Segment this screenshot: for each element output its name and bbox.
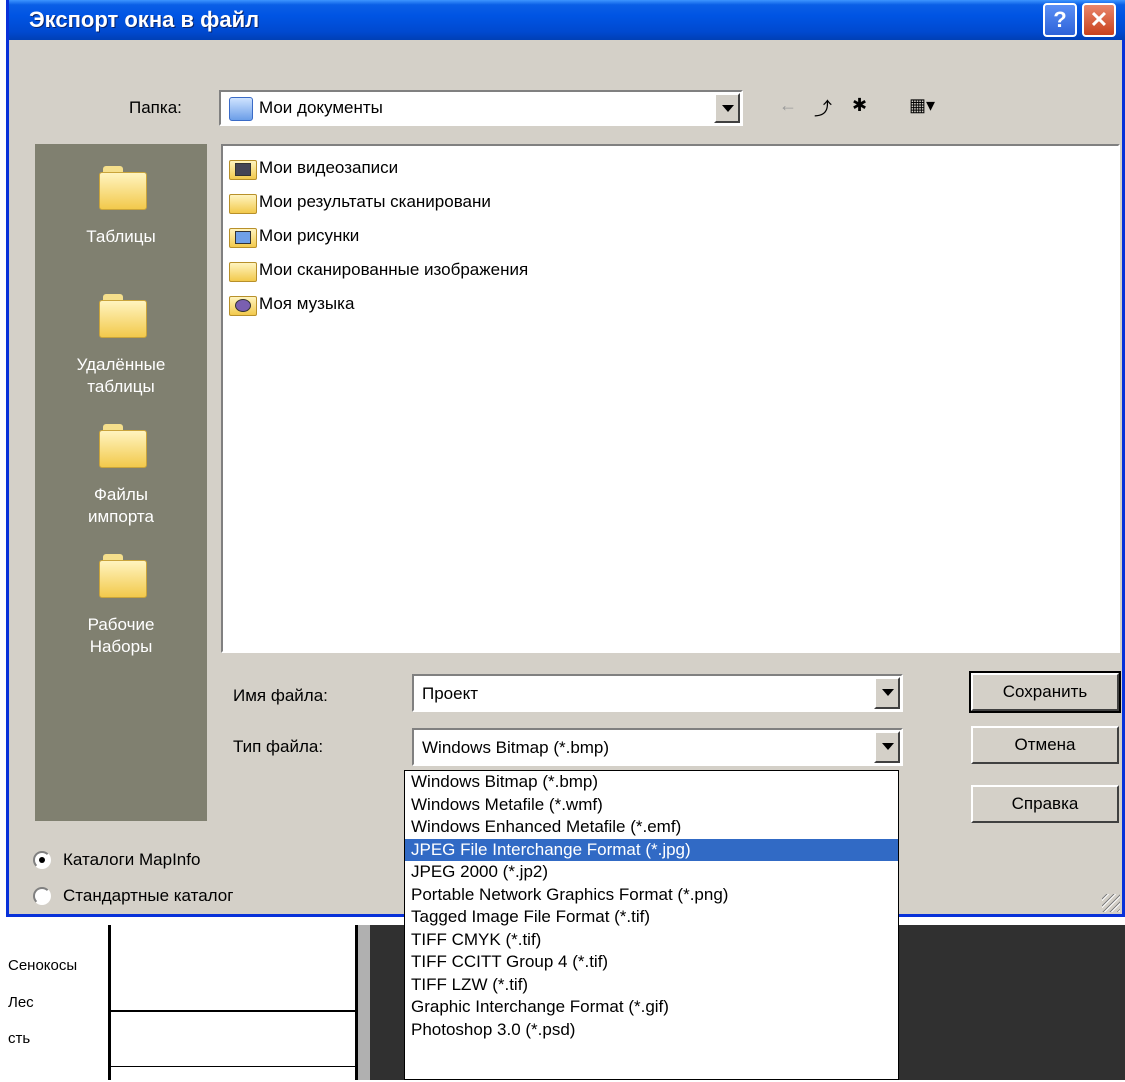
file-name: Мои видеозаписи <box>259 158 399 177</box>
dropdown-option[interactable]: JPEG 2000 (*.jp2) <box>405 861 898 884</box>
pictures-folder-icon <box>227 225 257 248</box>
cancel-button[interactable]: Отмена <box>971 726 1119 764</box>
background-stamp-row <box>110 1066 356 1081</box>
dropdown-option[interactable]: Windows Metafile (*.wmf) <box>405 794 898 817</box>
file-name: Мои сканированные изображения <box>259 260 529 279</box>
background-label: Сенокосы <box>8 957 78 974</box>
dropdown-option[interactable]: Photoshop 3.0 (*.psd) <box>405 1019 898 1042</box>
radio-standard-catalogs[interactable] <box>33 887 51 905</box>
sidebar-item-tables[interactable]: Таблицы <box>35 226 207 248</box>
list-item[interactable]: Мои результаты сканировани <box>227 188 491 216</box>
folder-icon <box>97 166 147 210</box>
radio-mapinfo-catalogs[interactable] <box>33 851 51 869</box>
dropdown-option[interactable]: TIFF CCITT Group 4 (*.tif) <box>405 951 898 974</box>
sidebar-item-remote-tables[interactable]: Удалённые таблицы <box>35 354 207 398</box>
dropdown-option[interactable]: Tagged Image File Format (*.tif) <box>405 906 898 929</box>
resize-grip[interactable] <box>1102 894 1120 912</box>
list-item[interactable]: Мои видеозаписи <box>227 154 398 182</box>
dropdown-option[interactable]: TIFF CMYK (*.tif) <box>405 929 898 952</box>
filename-label: Имя файла: <box>233 686 328 705</box>
dropdown-option[interactable]: Portable Network Graphics Format (*.png) <box>405 884 898 907</box>
view-menu-icon[interactable]: ▦▾ <box>909 95 935 116</box>
filetype-select[interactable]: Windows Bitmap (*.bmp) <box>412 728 903 766</box>
up-folder-icon[interactable]: ⤴ <box>814 95 832 121</box>
radio-standard-label[interactable]: Стандартные каталог <box>63 886 233 906</box>
filetype-dropdown-list[interactable]: Windows Bitmap (*.bmp) Windows Metafile … <box>404 770 899 1080</box>
close-button[interactable]: ✕ <box>1082 3 1116 37</box>
list-item[interactable]: Мои рисунки <box>227 222 359 250</box>
dialog-title: Экспорт окна в файл <box>29 7 260 32</box>
folder-icon <box>227 191 257 214</box>
filetype-value: Windows Bitmap (*.bmp) <box>422 738 610 757</box>
help-title-button[interactable]: ? <box>1043 3 1077 37</box>
radio-mapinfo-label[interactable]: Каталоги MapInfo <box>63 850 200 870</box>
dropdown-option-selected[interactable]: JPEG File Interchange Format (*.jpg) <box>405 838 898 861</box>
list-item[interactable]: Моя музыка <box>227 290 354 318</box>
chevron-down-icon[interactable] <box>714 93 740 123</box>
file-name: Мои рисунки <box>259 226 360 245</box>
back-arrow-icon[interactable]: ← <box>779 95 797 116</box>
chevron-down-icon[interactable] <box>874 677 900 709</box>
folder-select-value: Мои документы <box>259 98 383 117</box>
save-button[interactable]: Сохранить <box>969 671 1121 713</box>
dropdown-option[interactable]: TIFF LZW (*.tif) <box>405 974 898 997</box>
documents-folder-icon <box>229 97 253 121</box>
chevron-down-icon[interactable] <box>874 731 900 763</box>
folder-icon <box>97 294 147 338</box>
new-folder-icon[interactable]: ✱ <box>852 95 867 116</box>
places-sidebar: Таблицы Удалённые таблицы Файлы импорта … <box>35 144 207 821</box>
title-bar[interactable]: Экспорт окна в файл ? ✕ <box>9 0 1125 40</box>
file-name: Мои результаты сканировани <box>259 192 491 211</box>
video-folder-icon <box>227 157 257 180</box>
folder-icon <box>227 259 257 282</box>
background-label: сть <box>8 1030 31 1047</box>
list-item[interactable]: Мои сканированные изображения <box>227 256 528 284</box>
dropdown-option[interactable]: Windows Bitmap (*.bmp) <box>405 771 898 794</box>
folder-label: Папка: <box>129 98 182 117</box>
background-label: Лес <box>8 994 34 1011</box>
folder-icon <box>97 424 147 468</box>
filetype-label: Тип файла: <box>233 737 324 756</box>
music-folder-icon <box>227 293 257 316</box>
file-name: Моя музыка <box>259 294 355 313</box>
dropdown-option[interactable]: Windows Enhanced Metafile (*.emf) <box>405 816 898 839</box>
dropdown-option[interactable]: Graphic Interchange Format (*.gif) <box>405 996 898 1019</box>
sidebar-item-import-files[interactable]: Файлы импорта <box>35 484 207 528</box>
sidebar-item-workspaces[interactable]: Рабочие Наборы <box>35 614 207 658</box>
folder-select[interactable]: Мои документы <box>219 90 743 126</box>
filename-input[interactable]: Проект <box>412 674 903 712</box>
filename-value: Проект <box>422 684 478 703</box>
folder-icon <box>97 554 147 598</box>
help-button[interactable]: Справка <box>971 785 1119 823</box>
background-divider <box>358 925 370 1080</box>
file-list[interactable]: Мои видеозаписи Мои результаты сканирова… <box>221 144 1120 653</box>
